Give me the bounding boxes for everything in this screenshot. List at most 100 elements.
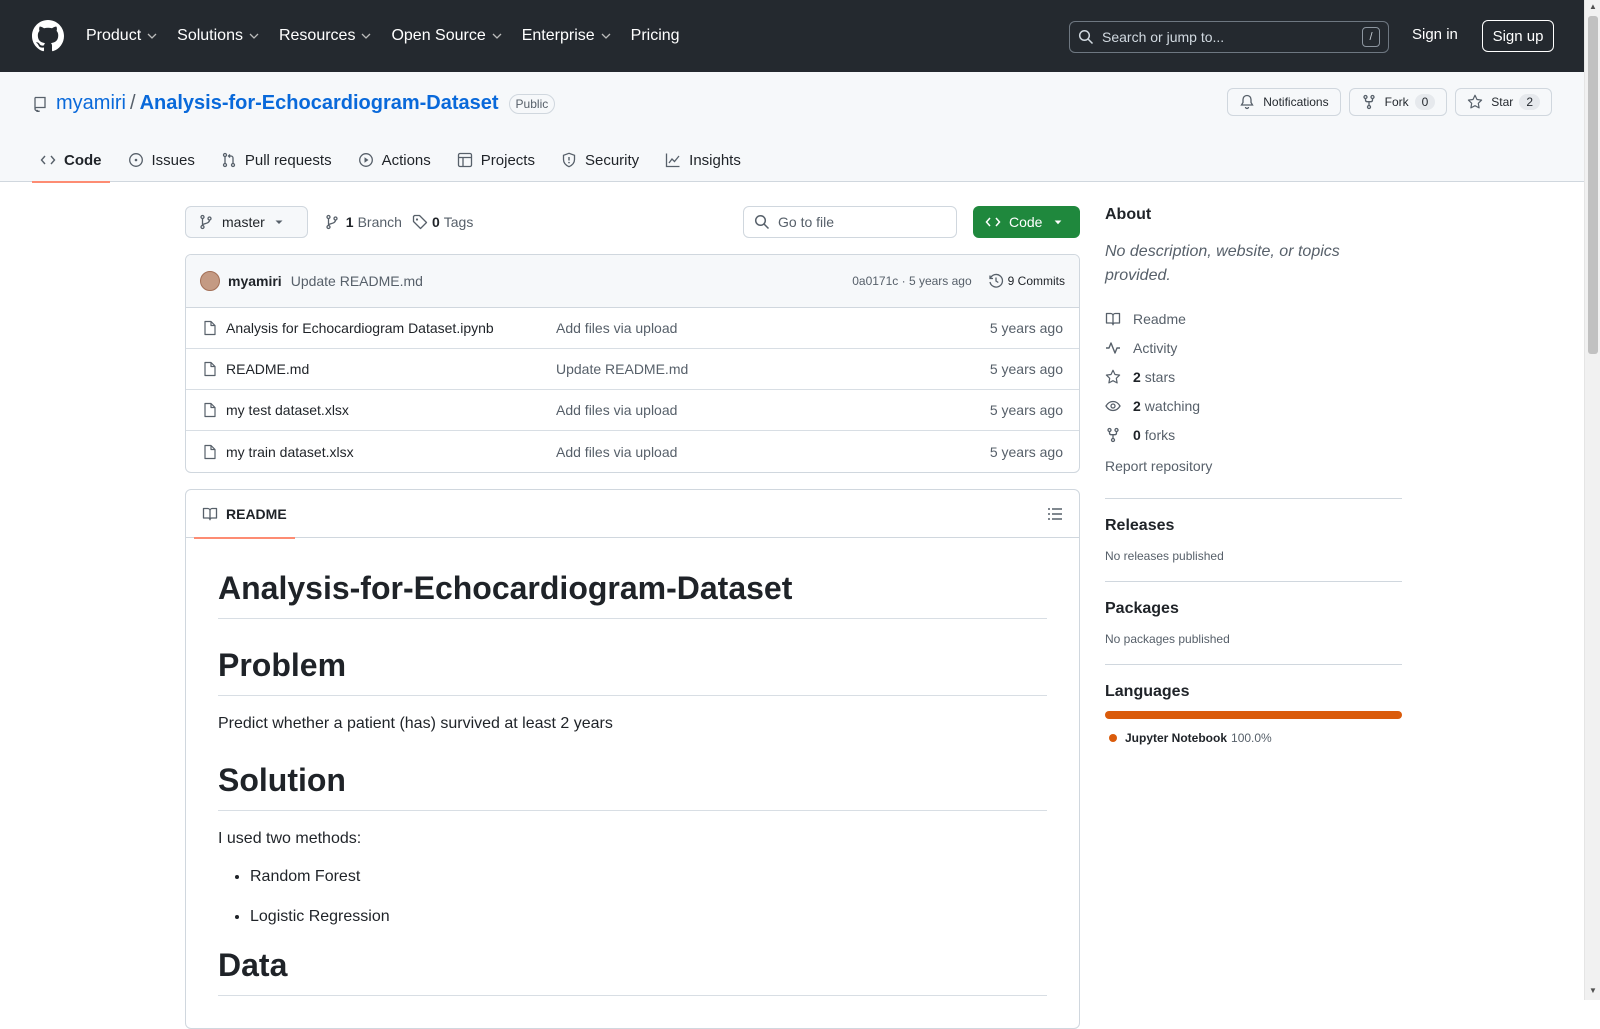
commits-history-link[interactable]: 9 Commits bbox=[988, 273, 1065, 289]
table-row: my train dataset.xlsx Add files via uplo… bbox=[186, 431, 1079, 472]
book-icon bbox=[1105, 312, 1121, 325]
file-name-link[interactable]: my test dataset.xlsx bbox=[226, 402, 556, 418]
star-button[interactable]: Star 2 bbox=[1455, 88, 1552, 116]
file-commit-message[interactable]: Update README.md bbox=[556, 361, 856, 377]
notifications-button[interactable]: Notifications bbox=[1227, 88, 1341, 116]
file-commit-message[interactable]: Add files via upload bbox=[556, 320, 856, 336]
repo-name-link[interactable]: Analysis-for-Echocardiogram-Dataset bbox=[140, 92, 499, 115]
tab-actions[interactable]: Actions bbox=[350, 138, 439, 182]
search-input[interactable]: Search or jump to... / bbox=[1069, 21, 1389, 53]
nav-solutions-label: Solutions bbox=[177, 27, 243, 44]
language-item[interactable]: Jupyter Notebook 100.0% bbox=[1109, 731, 1402, 745]
sign-up-button[interactable]: Sign up bbox=[1482, 20, 1554, 52]
sign-in-link[interactable]: Sign in bbox=[1412, 26, 1458, 43]
file-name-link[interactable]: README.md bbox=[226, 361, 556, 377]
nav-resources-label: Resources bbox=[278, 27, 356, 44]
pulse-icon bbox=[1106, 341, 1120, 354]
nav-open-source[interactable]: Open Source bbox=[391, 27, 502, 45]
nav-solutions[interactable]: Solutions bbox=[177, 27, 259, 45]
tab-security[interactable]: Security bbox=[553, 138, 647, 182]
tab-actions-label: Actions bbox=[381, 151, 431, 169]
avatar[interactable] bbox=[200, 271, 220, 291]
fork-label: Fork bbox=[1384, 95, 1409, 109]
file-commit-message[interactable]: Add files via upload bbox=[556, 444, 856, 460]
file-icon bbox=[204, 444, 216, 459]
code-dropdown-button[interactable]: Code bbox=[973, 206, 1080, 238]
tag-icon bbox=[412, 214, 428, 230]
tags-link[interactable]: 0 Tags bbox=[412, 214, 473, 230]
table-of-contents-icon[interactable] bbox=[1047, 506, 1063, 525]
tab-projects[interactable]: Projects bbox=[449, 138, 543, 182]
search-icon bbox=[754, 214, 770, 230]
file-commit-time: 5 years ago bbox=[989, 361, 1063, 377]
commits-count-label: 9 Commits bbox=[1007, 274, 1065, 288]
branch-selector-button[interactable]: master bbox=[185, 206, 308, 238]
commit-message-link[interactable]: Update README.md bbox=[291, 273, 423, 289]
scrollbar-thumb[interactable] bbox=[1588, 16, 1598, 354]
scroll-down-icon[interactable]: ▼ bbox=[1589, 986, 1597, 995]
report-repository-link[interactable]: Report repository bbox=[1105, 451, 1402, 480]
fork-button[interactable]: Fork 0 bbox=[1348, 88, 1448, 116]
chevron-down-icon bbox=[492, 33, 502, 39]
page-scrollbar[interactable]: ▲ ▼ bbox=[1584, 0, 1600, 1000]
nav-open-source-label: Open Source bbox=[391, 27, 486, 44]
chevron-down-icon bbox=[601, 33, 611, 39]
code-button-label: Code bbox=[1009, 214, 1043, 230]
star-icon bbox=[1468, 94, 1483, 109]
branches-link[interactable]: 1 Branch bbox=[324, 214, 402, 230]
git-branch-icon bbox=[326, 214, 338, 230]
readme-methods-list: Random Forest Logistic Regression bbox=[218, 865, 1047, 929]
readme-body: Analysis-for-Echocardiogram-Dataset Prob… bbox=[186, 538, 1079, 1028]
commit-meta[interactable]: 0a0171c · 5 years ago bbox=[852, 274, 971, 288]
about-description: No description, website, or topics provi… bbox=[1105, 243, 1340, 284]
repo-tabs: Code Issues Pull requests Actions Projec… bbox=[32, 138, 759, 183]
file-commit-message[interactable]: Add files via upload bbox=[556, 402, 856, 418]
languages-heading: Languages bbox=[1105, 683, 1190, 700]
commit-author-link[interactable]: myamiri bbox=[228, 273, 282, 289]
nav-product[interactable]: Product bbox=[86, 27, 157, 45]
nav-enterprise[interactable]: Enterprise bbox=[522, 27, 611, 45]
readme-data-heading: Data bbox=[218, 945, 1047, 996]
packages-text: No packages published bbox=[1105, 632, 1230, 646]
readme-problem-text: Predict whether a patient (has) survived… bbox=[218, 715, 613, 732]
scroll-up-icon[interactable]: ▲ bbox=[1589, 2, 1597, 11]
nav-enterprise-label: Enterprise bbox=[521, 27, 595, 44]
packages-heading[interactable]: Packages bbox=[1105, 600, 1402, 618]
list-item: Random Forest bbox=[250, 865, 1047, 889]
divider bbox=[1105, 581, 1402, 582]
tab-issues[interactable]: Issues bbox=[120, 138, 203, 182]
releases-heading[interactable]: Releases bbox=[1105, 517, 1402, 535]
go-to-file-placeholder: Go to file bbox=[778, 214, 835, 230]
go-to-file-input[interactable]: Go to file bbox=[743, 206, 957, 238]
readme-link[interactable]: Readme bbox=[1105, 304, 1402, 333]
tab-insights[interactable]: Insights bbox=[657, 138, 749, 182]
readme-solution-text: I used two methods: bbox=[218, 830, 362, 847]
language-bar bbox=[1105, 711, 1402, 719]
watching-link[interactable]: 2 watching bbox=[1105, 391, 1402, 420]
repo-header: myamiri / Analysis-for-Echocardiogram-Da… bbox=[0, 72, 1584, 183]
tab-pull-requests[interactable]: Pull requests bbox=[213, 138, 340, 182]
latest-commit-row: myamiri Update README.md 0a0171c · 5 yea… bbox=[186, 255, 1079, 308]
stars-link[interactable]: 2 stars bbox=[1105, 362, 1402, 391]
tab-code[interactable]: Code bbox=[32, 138, 110, 183]
caret-down-icon bbox=[275, 220, 283, 224]
language-percent: 100.0% bbox=[1231, 731, 1272, 745]
star-label: Star bbox=[1491, 95, 1514, 109]
activity-link[interactable]: Activity bbox=[1105, 333, 1402, 362]
visibility-badge: Public bbox=[508, 93, 556, 114]
file-name-link[interactable]: my train dataset.xlsx bbox=[226, 444, 556, 460]
issue-icon bbox=[128, 153, 143, 167]
forks-link[interactable]: 0 forks bbox=[1105, 420, 1402, 449]
file-name-link[interactable]: Analysis for Echocardiogram Dataset.ipyn… bbox=[226, 320, 556, 336]
fork-icon bbox=[1362, 94, 1375, 110]
branch-name: master bbox=[222, 214, 265, 230]
readme-tab[interactable]: README bbox=[194, 490, 295, 539]
repo-owner-link[interactable]: myamiri bbox=[56, 92, 126, 115]
file-commit-time: 5 years ago bbox=[989, 443, 1063, 460]
nav-pricing[interactable]: Pricing bbox=[631, 27, 680, 45]
github-logo-icon[interactable] bbox=[32, 20, 64, 52]
book-icon bbox=[202, 507, 218, 520]
readme-title: Analysis-for-Echocardiogram-Dataset bbox=[218, 568, 1047, 619]
activity-link-label: Activity bbox=[1133, 339, 1178, 356]
nav-resources[interactable]: Resources bbox=[279, 27, 371, 45]
